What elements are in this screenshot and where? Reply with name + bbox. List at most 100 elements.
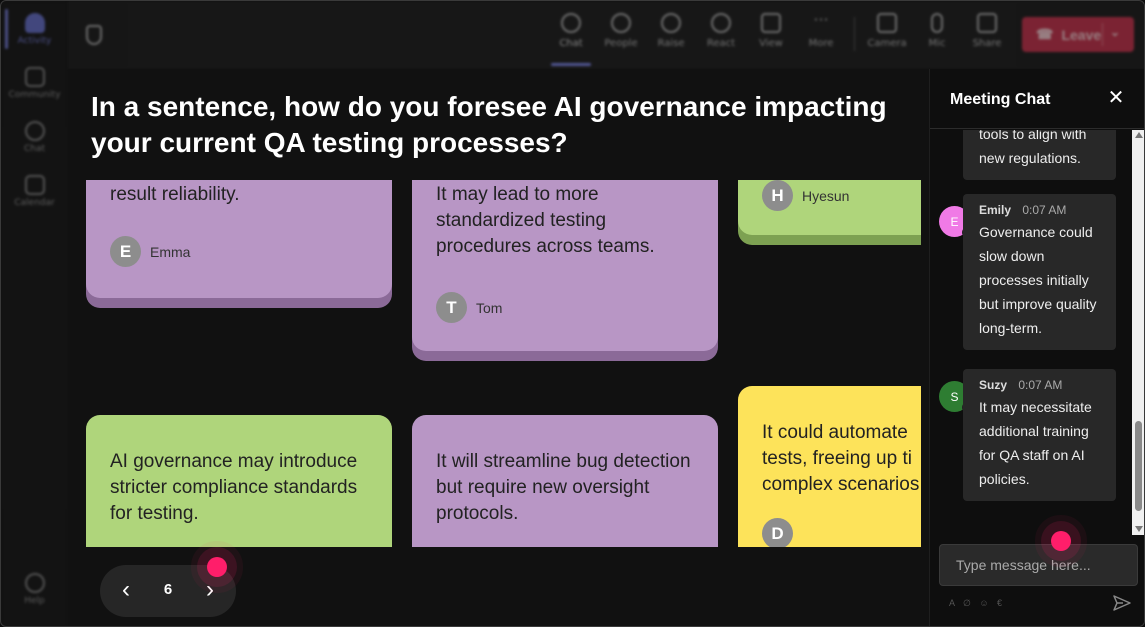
chat-message: tools to align with new regulations. xyxy=(963,130,1116,180)
meeting-window: Activity Community Chat Calendar Help Ch… xyxy=(0,0,1145,627)
toolbar-button-label: Chat xyxy=(559,38,583,49)
response-author: H Hyesun xyxy=(762,180,921,211)
community-icon xyxy=(24,67,45,87)
app-rail: Activity Community Chat Calendar Help xyxy=(1,1,68,626)
meeting-chat-panel: Meeting Chat ✕ tools to align with new r… xyxy=(929,69,1144,626)
chevron-left-icon[interactable]: ‹ xyxy=(116,577,136,605)
response-card[interactable]: It may lead to more standardized testing… xyxy=(412,180,718,351)
share-icon xyxy=(977,13,997,33)
toolbar-people-button[interactable]: People xyxy=(599,13,643,49)
response-author: D xyxy=(762,518,921,547)
chevron-down-icon[interactable]: ⌄ xyxy=(1110,25,1120,39)
rail-item-label: Calendar xyxy=(14,198,55,208)
leave-separator xyxy=(1102,23,1103,46)
question-title: In a sentence, how do you foresee AI gov… xyxy=(91,91,887,158)
avatar-initial: E xyxy=(950,214,959,229)
toolbar-button-label: Mic xyxy=(928,38,946,49)
chat-header: Meeting Chat ✕ xyxy=(930,69,1144,129)
response-card[interactable]: H Hyesun xyxy=(738,180,921,235)
chevron-right-icon[interactable]: › xyxy=(200,577,220,605)
toolbar-button-label: Raise xyxy=(657,38,685,49)
page-number: 6 xyxy=(163,581,173,598)
mic-icon xyxy=(931,13,943,33)
shield-icon xyxy=(86,25,102,45)
toolbar-chat-button[interactable]: Chat xyxy=(549,13,593,49)
response-text: result reliability. xyxy=(110,184,240,205)
toolbar-raise-button[interactable]: Raise xyxy=(649,13,693,49)
message-meta: Emily 0:07 AM xyxy=(979,202,1100,218)
rail-item-activity[interactable]: Activity xyxy=(1,13,68,46)
avatar: T xyxy=(436,292,467,323)
rail-item-label: Help xyxy=(24,596,45,606)
react-icon xyxy=(711,13,731,33)
response-card[interactable]: result reliability. E Emma xyxy=(86,180,392,298)
sender-name: Suzy xyxy=(979,378,1008,392)
leave-button[interactable]: ☎ Leave ⌄ xyxy=(1022,17,1134,52)
rail-item-label: Chat xyxy=(23,144,46,154)
raise-hand-icon xyxy=(661,13,681,33)
response-author: E Emma xyxy=(110,236,368,267)
meeting-toolbar: Chat People Raise React View ··· More Ca… xyxy=(68,1,1144,69)
scroll-down-icon[interactable] xyxy=(1135,526,1143,532)
message-text: It may necessitate additional training f… xyxy=(979,399,1092,487)
toolbar-button-label: View xyxy=(759,38,783,49)
active-tab-indicator xyxy=(551,63,591,66)
message-text: Governance could slow down processes ini… xyxy=(979,224,1097,336)
scroll-thumb[interactable] xyxy=(1135,421,1142,511)
leave-label: Leave xyxy=(1061,26,1102,43)
rail-item-help[interactable]: Help xyxy=(1,573,68,606)
toolbar-camera-button[interactable]: Camera xyxy=(865,13,909,49)
message-time: 0:07 AM xyxy=(1018,378,1063,392)
close-icon[interactable]: ✕ xyxy=(1106,88,1126,108)
toolbar-react-button[interactable]: React xyxy=(699,13,743,49)
rail-item-community[interactable]: Community xyxy=(1,67,68,100)
response-text: It will streamline bug detection but req… xyxy=(436,451,691,524)
avatar: E xyxy=(110,236,141,267)
people-icon xyxy=(611,13,631,33)
avatar: D xyxy=(762,518,793,547)
click-indicator xyxy=(1051,531,1071,551)
author-name: Tom xyxy=(476,299,503,316)
toolbar-button-label: More xyxy=(808,38,834,49)
author-name: Emma xyxy=(150,243,191,260)
toolbar-divider xyxy=(854,17,855,51)
response-card[interactable]: It will streamline bug detection but req… xyxy=(412,415,718,547)
more-icon: ··· xyxy=(813,10,829,29)
toolbar-mic-button[interactable]: Mic xyxy=(915,13,959,49)
response-card[interactable]: AI governance may introduce stricter com… xyxy=(86,415,392,547)
rail-item-calendar[interactable]: Calendar xyxy=(1,175,68,208)
calendar-icon xyxy=(24,175,45,195)
toolbar-button-label: Camera xyxy=(867,38,907,49)
responses-board: result reliability. E Emma It may lead t… xyxy=(68,180,921,547)
toolbar-button-label: React xyxy=(706,38,736,49)
bell-icon xyxy=(24,13,45,33)
avatar: H xyxy=(762,180,793,211)
chat-message: Suzy 0:07 AM It may necessitate addition… xyxy=(963,369,1116,501)
format-icons[interactable]: A ∅ ☺ € xyxy=(949,598,1005,609)
chat-title: Meeting Chat xyxy=(950,91,1051,108)
click-indicator xyxy=(207,557,227,577)
chat-messages[interactable]: tools to align with new regulations. E E… xyxy=(930,130,1132,535)
toolbar-share-button[interactable]: Share xyxy=(965,13,1009,49)
message-time: 0:07 AM xyxy=(1022,203,1067,217)
toolbar-button-label: People xyxy=(604,38,638,49)
chat-icon xyxy=(561,13,581,33)
message-input[interactable] xyxy=(939,544,1138,586)
rail-item-label: Activity xyxy=(17,36,52,46)
sender-name: Emily xyxy=(979,203,1012,217)
toolbar-button-label: Share xyxy=(972,38,1002,49)
help-icon xyxy=(24,573,45,593)
toolbar-view-button[interactable]: View xyxy=(749,13,793,49)
rail-item-label: Community xyxy=(8,90,61,100)
response-card[interactable]: It could automate tests, freeing up ti c… xyxy=(738,386,921,547)
rail-item-chat[interactable]: Chat xyxy=(1,121,68,154)
avatar-initial: S xyxy=(950,389,959,404)
main-stage: In a sentence, how do you foresee AI gov… xyxy=(68,69,929,626)
chat-scrollbar[interactable] xyxy=(1132,130,1144,535)
message-meta: Suzy 0:07 AM xyxy=(979,377,1100,393)
send-icon[interactable] xyxy=(1112,593,1132,613)
message-text: tools to align with new regulations. xyxy=(979,130,1087,166)
toolbar-more-button[interactable]: ··· More xyxy=(799,10,843,50)
view-icon xyxy=(761,13,781,33)
scroll-up-icon[interactable] xyxy=(1135,132,1143,138)
